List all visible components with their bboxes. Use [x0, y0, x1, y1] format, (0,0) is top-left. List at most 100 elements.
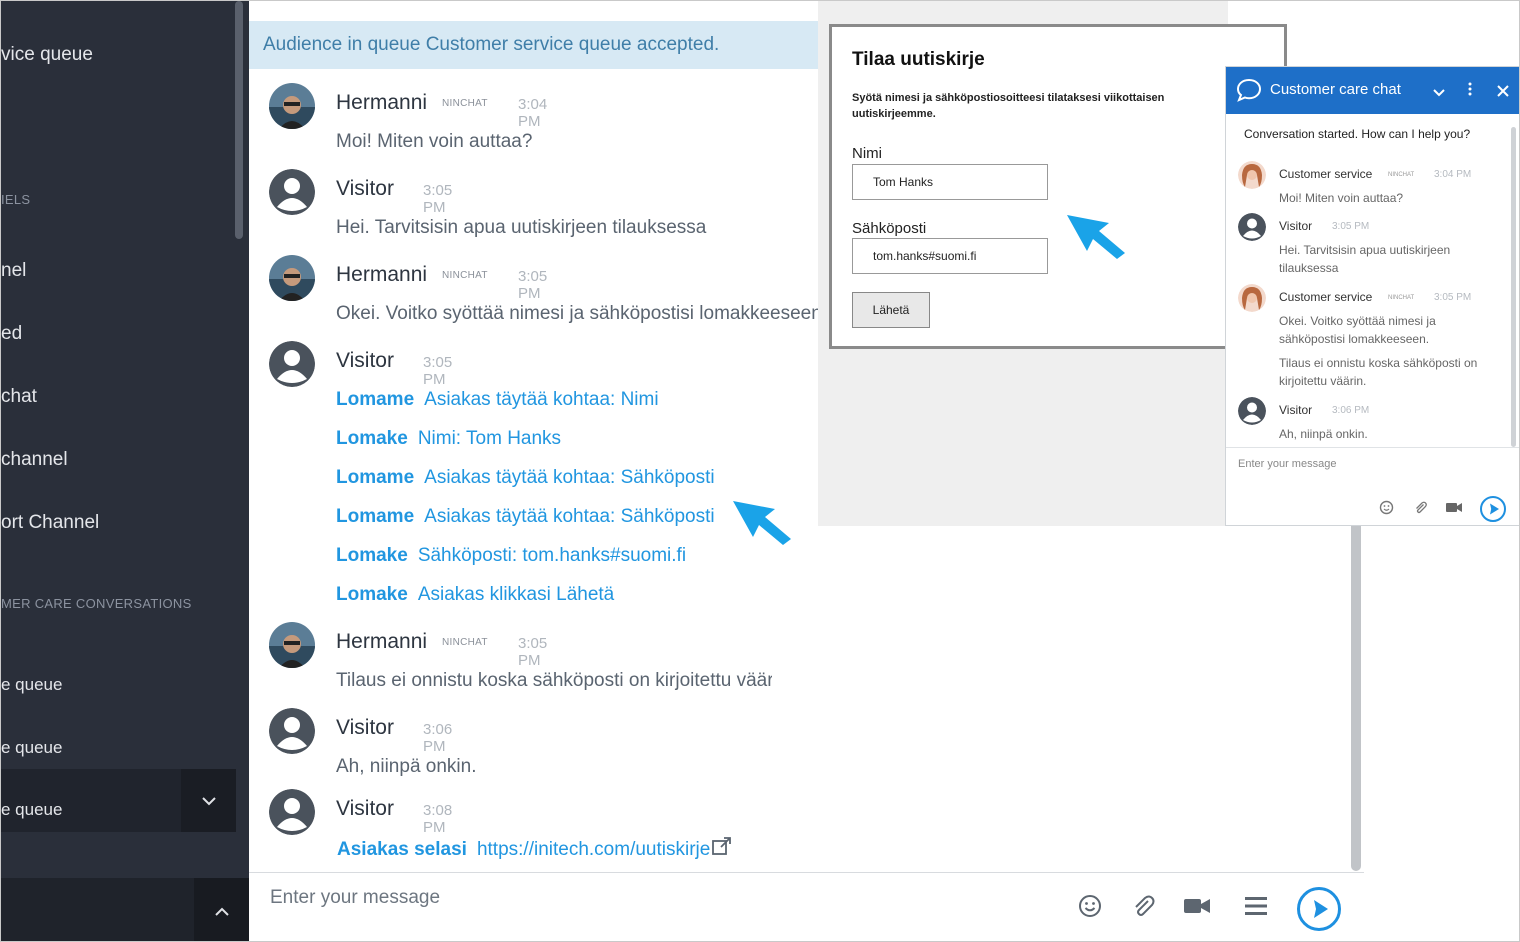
sidebar-item-queue-2[interactable]: e queue	[1, 738, 62, 758]
browse-link[interactable]: https://initech.com/uutiskirje	[477, 839, 710, 860]
widget-composer: Enter your message	[1226, 447, 1519, 527]
message-text: Hei. Tarvitsisin apua uutiskirjeen tilau…	[1279, 243, 1451, 275]
chat-bubble-icon	[1236, 78, 1262, 107]
form-event: Lomake Asiakas klikkasi Lähetä	[336, 584, 614, 606]
sidebar-item-support-channel[interactable]: ort Channel	[1, 512, 99, 534]
avatar	[269, 83, 315, 129]
event-key: Lomake	[336, 584, 408, 605]
sidebar-section-conversations: MER CARE CONVERSATIONS	[1, 596, 192, 611]
send-icon	[1314, 900, 1328, 918]
timestamp: 3:06 PM	[423, 721, 453, 755]
event-value: Asiakas täytää kohtaa: Sähköposti	[424, 467, 715, 488]
message-text: Moi! Miten voin auttaa?	[336, 131, 533, 152]
sidebar-section-channels: IELS	[1, 192, 31, 207]
chevron-down-icon[interactable]	[1433, 84, 1445, 102]
form-title: Tilaa uutiskirje	[852, 49, 985, 70]
chat-scrollbar[interactable]	[1351, 521, 1361, 871]
event-key: Lomame	[336, 506, 415, 527]
event-key: Lomake	[336, 545, 408, 566]
event-value: Nimi: Tom Hanks	[417, 428, 562, 449]
sidebar-item-chat[interactable]: chat	[1, 386, 37, 408]
timestamp: 3:06 PM	[1332, 405, 1370, 416]
sender-name: Visitor	[1279, 219, 1313, 233]
close-icon[interactable]	[1497, 84, 1509, 102]
form-event: Lomame Asiakas täytää kohtaa: Nimi	[336, 389, 659, 411]
submit-button[interactable]: Lähetä	[852, 292, 930, 328]
sidebar: vice queue IELS nel ed chat channel ort …	[1, 1, 249, 941]
sidebar-item-queue-1[interactable]: e queue	[1, 675, 62, 695]
sender-name: Customer service	[1279, 167, 1373, 181]
message-text: Tilaus ei onnistu koska sähköposti on ki…	[1279, 356, 1478, 388]
send-button[interactable]	[1479, 495, 1507, 528]
message-text: Moi! Miten voin auttaa?	[1279, 191, 1404, 205]
chat-widget: Customer care chat Conversation started.…	[1225, 66, 1519, 527]
event-key: Asiakas selasi	[337, 839, 467, 860]
name-field[interactable]: Tom Hanks	[852, 164, 1048, 200]
emoji-icon[interactable]	[1379, 500, 1394, 520]
pointer-arrow-icon	[733, 501, 791, 545]
pointer-arrow-icon	[1067, 215, 1125, 259]
chevron-up-icon[interactable]	[194, 878, 249, 941]
timestamp: 3:05 PM	[1332, 221, 1370, 232]
video-icon[interactable]	[1445, 500, 1463, 520]
sender-name: Visitor	[336, 797, 394, 820]
menu-icon[interactable]	[1243, 893, 1273, 923]
sender-name: Hermanni	[336, 630, 428, 653]
newsletter-form: Tilaa uutiskirje Syötä nimesi ja sähköpo…	[829, 24, 1287, 349]
event-value: Asiakas täytää kohtaa: Sähköposti	[424, 506, 715, 527]
sender-name: Visitor	[336, 716, 394, 739]
email-field[interactable]: tom.hanks#suomi.fi	[852, 238, 1048, 274]
video-icon[interactable]	[1183, 893, 1213, 923]
form-event: Lomake Nimi: Tom Hanks	[336, 428, 561, 450]
ninchat-badge: NINCHAT	[1388, 172, 1415, 178]
message-text: Okei. Voitko syöttää nimesi ja sähköpost…	[1279, 314, 1436, 346]
avatar	[1238, 213, 1266, 241]
sidebar-item-service-queue[interactable]: vice queue	[1, 44, 93, 66]
message-text: Okei. Voitko syöttää nimesi ja sähköpost…	[336, 303, 828, 324]
chevron-down-icon[interactable]	[181, 769, 236, 832]
message-text: Hei. Tarvitsisin apua uutiskirjeen tilau…	[336, 217, 707, 238]
form-event: Lomame Asiakas täytää kohtaa: Sähköposti	[336, 506, 715, 528]
avatar	[269, 708, 315, 754]
sidebar-item-channel-2[interactable]: channel	[1, 449, 68, 471]
ninchat-badge: NINCHAT	[442, 270, 488, 281]
sidebar-item-queue-selected[interactable]: e queue	[1, 769, 236, 832]
sidebar-item-channel[interactable]: nel	[1, 260, 26, 282]
form-description: Syötä nimesi ja sähköpostiosoitteesi til…	[852, 92, 1165, 120]
sender-name: Visitor	[336, 349, 394, 372]
sidebar-scrollbar[interactable]	[235, 1, 243, 239]
sidebar-item-ed[interactable]: ed	[1, 323, 22, 345]
event-key: Lomake	[336, 428, 408, 449]
external-link-icon[interactable]	[712, 837, 732, 861]
timestamp: 3:05 PM	[423, 354, 453, 388]
message-text: Ah, niinpä onkin.	[1279, 427, 1368, 441]
avatar	[269, 169, 315, 215]
timestamp: 3:05 PM	[423, 182, 453, 216]
event-value: Asiakas täytää kohtaa: Nimi	[424, 389, 659, 410]
widget-messages: Conversation started. How can I help you…	[1226, 114, 1519, 464]
email-label: Sähköposti	[852, 220, 927, 237]
message-input[interactable]: Enter your message	[270, 887, 440, 909]
form-event: Lomame Asiakas täytää kohtaa: Sähköposti	[336, 467, 715, 489]
paperclip-icon[interactable]	[1130, 893, 1160, 923]
timestamp: 3:08 PM	[423, 802, 453, 836]
more-vertical-icon[interactable]	[1468, 82, 1472, 101]
paperclip-icon[interactable]	[1413, 500, 1428, 520]
send-button[interactable]	[1297, 887, 1341, 931]
widget-title: Customer care chat	[1270, 81, 1401, 98]
message-text: Tilaus ei onnistu koska sähköposti on ki…	[336, 670, 772, 691]
sender-name: Customer service	[1279, 290, 1373, 304]
form-event: Lomake Sähköposti: tom.hanks#suomi.fi	[336, 545, 686, 567]
emoji-icon[interactable]	[1077, 893, 1107, 923]
message-text: Ah, niinpä onkin.	[336, 756, 477, 777]
queue-banner: Audience in queue Customer service queue…	[249, 21, 819, 69]
name-label: Nimi	[852, 145, 882, 162]
ninchat-badge: NINCHAT	[1388, 295, 1415, 301]
avatar	[269, 341, 315, 387]
timestamp: 3:05 PM	[518, 268, 548, 302]
sender-name: Visitor	[336, 177, 394, 200]
event-value: Sähköposti: tom.hanks#suomi.fi	[417, 545, 687, 566]
avatar	[1238, 161, 1266, 189]
widget-message-input[interactable]: Enter your message	[1238, 458, 1336, 470]
widget-scrollbar[interactable]	[1511, 127, 1516, 447]
